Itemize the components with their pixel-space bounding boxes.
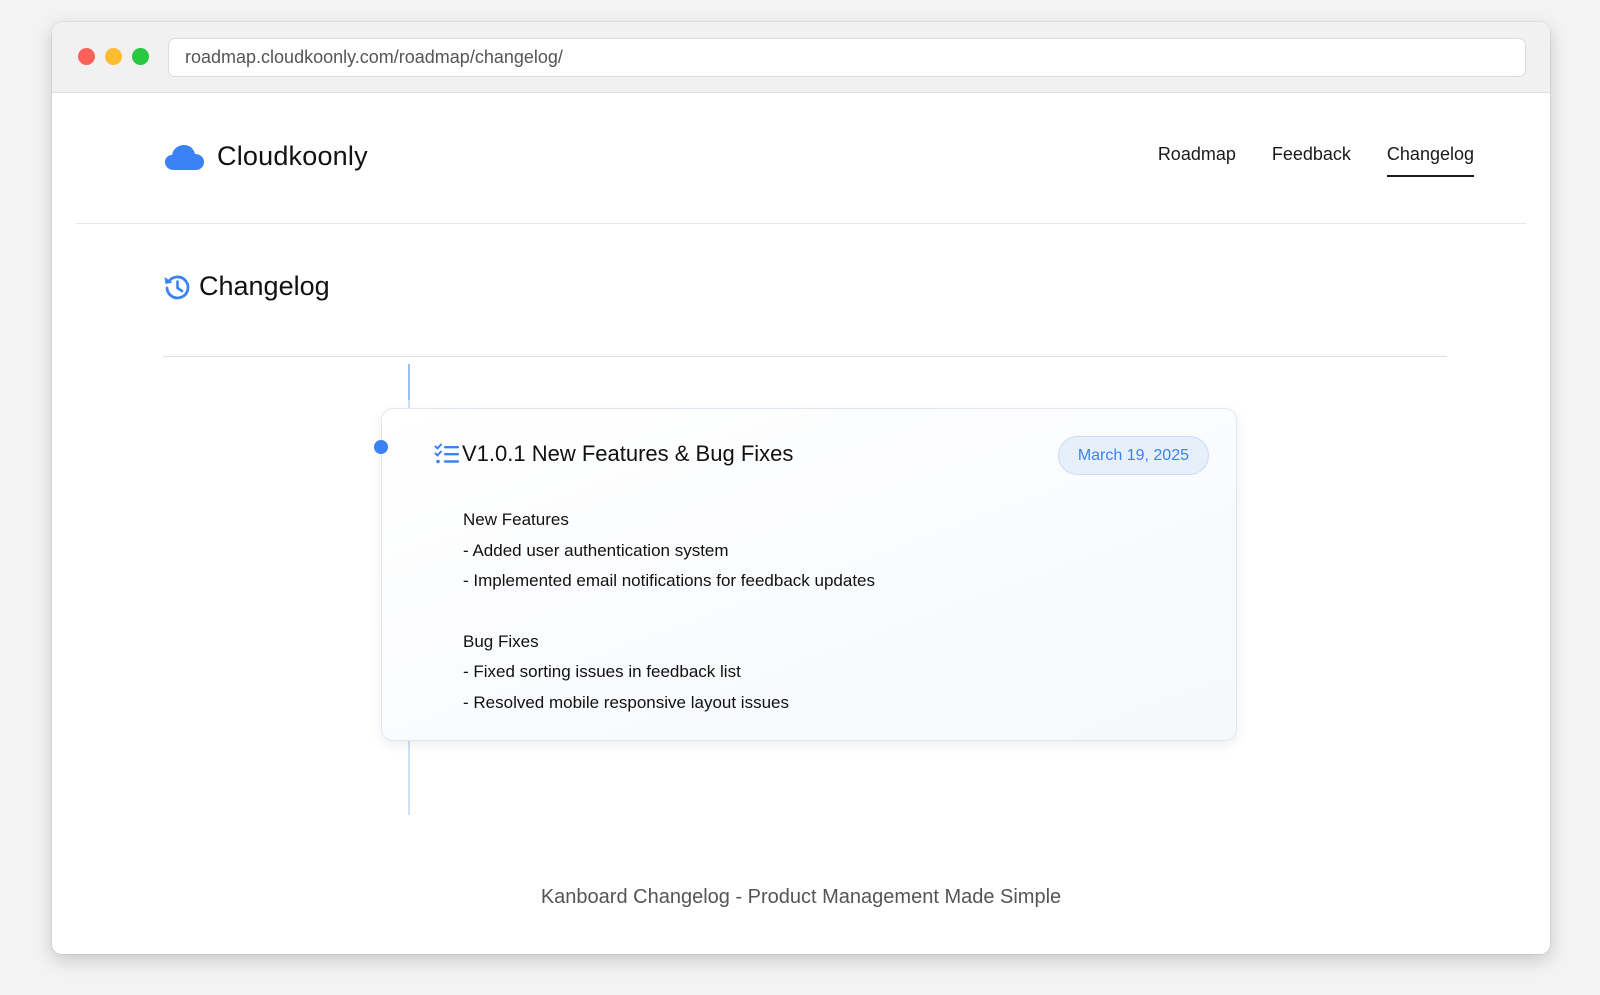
- list-item: - Added user authentication system: [463, 540, 729, 560]
- entry-body: New Features - Added user authentication…: [463, 505, 875, 718]
- minimize-window-button[interactable]: [105, 48, 122, 65]
- history-icon: [164, 275, 190, 300]
- browser-window: roadmap.cloudkoonly.com/roadmap/changelo…: [52, 22, 1550, 954]
- nav-changelog[interactable]: Changelog: [1386, 144, 1474, 177]
- section-heading: New Features: [463, 510, 569, 529]
- list-item: - Fixed sorting issues in feedback list: [463, 662, 741, 681]
- close-window-button[interactable]: [78, 48, 95, 65]
- timeline-line-top: [408, 364, 410, 400]
- brand-logo[interactable]: Cloudkoonly: [164, 141, 368, 172]
- maximize-window-button[interactable]: [132, 48, 149, 65]
- site-header: Cloudkoonly Roadmap Feedback Changelog: [76, 93, 1526, 224]
- page-title-row: Changelog: [163, 263, 1447, 357]
- cloud-icon: [165, 144, 204, 170]
- nav-feedback[interactable]: Feedback: [1272, 144, 1351, 177]
- timeline-dot: [374, 440, 388, 454]
- browser-chrome: roadmap.cloudkoonly.com/roadmap/changelo…: [52, 22, 1550, 93]
- list-item: - Implemented email notifications for fe…: [463, 571, 876, 590]
- nav-roadmap[interactable]: Roadmap: [1158, 144, 1236, 177]
- entry-title: V1.0.1 New Features & Bug Fixes: [462, 441, 794, 466]
- checklist-icon: [434, 443, 459, 464]
- address-bar[interactable]: roadmap.cloudkoonly.com/roadmap/changelo…: [168, 38, 1526, 77]
- changelog-entry-card: V1.0.1 New Features & Bug Fixes March 19…: [381, 408, 1237, 741]
- list-item: - Resolved mobile responsive layout issu…: [463, 692, 789, 712]
- main-nav: Roadmap Feedback Changelog: [1158, 144, 1474, 177]
- section-heading: Bug Fixes: [463, 631, 539, 651]
- entry-date-badge: March 19, 2025: [1057, 436, 1209, 475]
- brand-name: Cloudkoonly: [217, 141, 368, 171]
- page-footer: Kanboard Changelog - Product Management …: [540, 886, 1062, 908]
- entry-header: V1.0.1 New Features & Bug Fixes: [434, 441, 793, 467]
- page-title: Changelog: [199, 271, 330, 301]
